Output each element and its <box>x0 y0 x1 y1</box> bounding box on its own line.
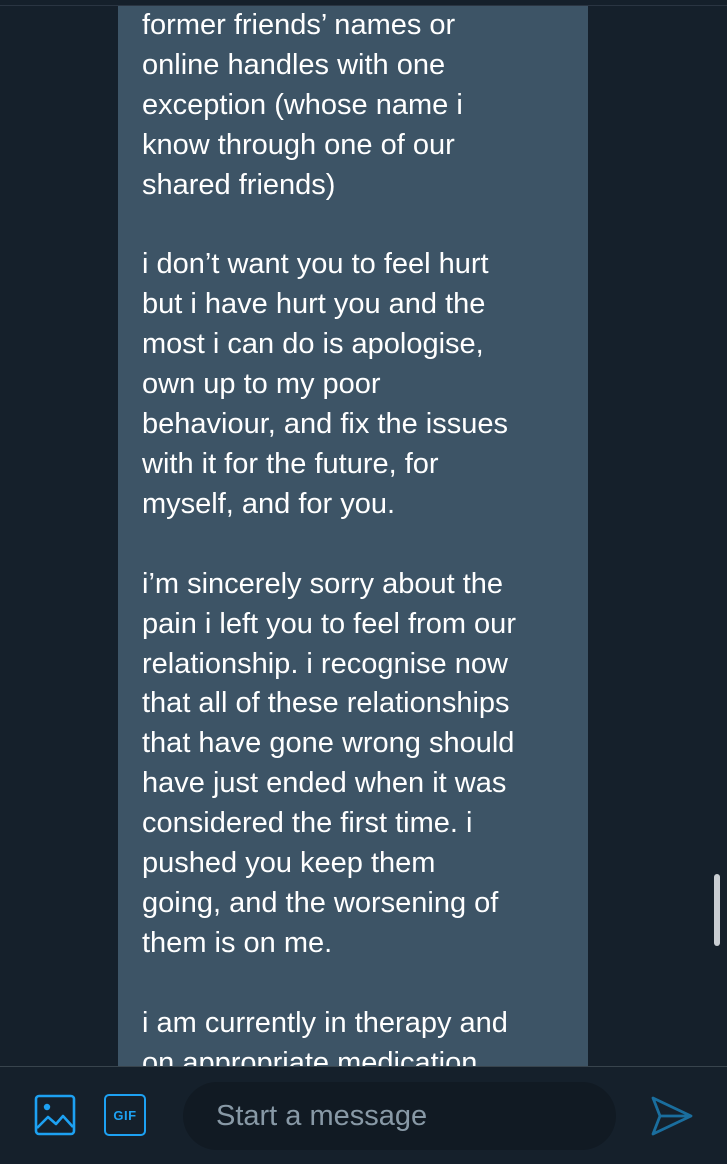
message-composer: GIF <box>0 1066 727 1164</box>
send-icon[interactable] <box>650 1094 694 1138</box>
send-icon-glyph <box>651 1096 693 1136</box>
image-icon-glyph <box>34 1094 76 1136</box>
gif-label: GIF <box>113 1107 137 1123</box>
message-input[interactable] <box>183 1082 616 1150</box>
image-icon[interactable] <box>34 1094 76 1136</box>
conversation-view[interactable]: former friends’ names or online handles … <box>0 0 727 1066</box>
scrollbar-thumb[interactable] <box>714 874 720 946</box>
message-text: former friends’ names or online handles … <box>142 9 516 1066</box>
dm-screen: former friends’ names or online handles … <box>0 0 727 1164</box>
message-bubble[interactable]: former friends’ names or online handles … <box>118 6 588 1066</box>
gif-button[interactable]: GIF <box>104 1094 146 1136</box>
